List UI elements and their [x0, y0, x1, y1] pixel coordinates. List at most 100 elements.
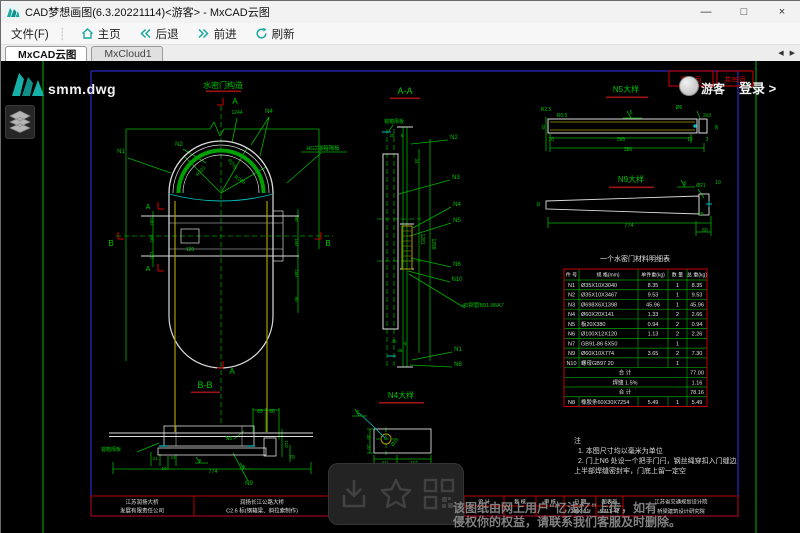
table-cell: Ø698X6X1398 [581, 302, 617, 308]
table-cell: N5 [568, 322, 575, 328]
table-cell: GB91-86 5X50 [581, 341, 617, 347]
tab-mxcad-cloud[interactable]: MxCAD云图 [5, 46, 87, 61]
cad-label: 3 [706, 137, 709, 143]
cad-label: 30 [366, 434, 371, 440]
login-link[interactable]: 登录 > [739, 78, 776, 97]
cad-label: 100 [149, 217, 154, 225]
tab-scroll-arrows[interactable]: ◀ ▶ [778, 49, 797, 57]
table-header: 件 号 [566, 272, 577, 279]
table-cell: 1.33 [648, 312, 659, 318]
app-icon [6, 5, 20, 19]
cad-label: A-A [397, 86, 412, 96]
minimize-button[interactable]: — [687, 1, 725, 23]
cad-label: 90 [294, 216, 299, 222]
table-cell: 9.53 [692, 293, 703, 299]
cad-label: N6 [453, 262, 461, 268]
table-cell: 2 [676, 312, 679, 318]
centerlines [116, 106, 421, 455]
cad-label: 150 [294, 269, 299, 277]
layers-button[interactable] [5, 105, 35, 139]
cad-label: N1 [454, 347, 462, 353]
title-block-cell: 润扬长江公路大桥 [240, 498, 285, 506]
drawing-canvas[interactable]: 件 号规 格(mm)单件重(kg)数 量总 重(kg)N1Ø35X10X3040… [1, 61, 800, 533]
cad-label: 380 [624, 147, 633, 153]
cad-label: 34 [414, 158, 419, 164]
table-cell: 2 [676, 351, 679, 357]
table-summary-label: 合 计 [619, 369, 632, 377]
close-button[interactable]: × [763, 1, 800, 23]
qrcode-icon[interactable] [422, 477, 456, 511]
layers-icon [8, 109, 32, 135]
username[interactable]: 游客 [701, 80, 725, 97]
cad-label: B [108, 239, 113, 248]
table-cell: 1 [676, 400, 679, 406]
table-cell: N3 [568, 302, 575, 308]
cad-label: 40钢管B91-86A7 [462, 301, 504, 309]
cad-label: 5 [243, 464, 246, 469]
cad-label: N10 [451, 277, 463, 283]
cad-label: A [146, 266, 151, 273]
cad-label: 1298 [430, 238, 436, 249]
home-icon [81, 27, 94, 40]
table-cell: 1 [676, 341, 679, 347]
table-cell: N2 [568, 293, 575, 299]
mxcad-logo[interactable] [11, 69, 45, 97]
back-button[interactable]: 后退 [130, 23, 188, 44]
notes-title: 注 [574, 437, 737, 447]
floating-toolbar [328, 463, 464, 525]
cad-label: 21 [152, 456, 158, 461]
table-cell: 1 [676, 293, 679, 299]
cad-label: 100 [149, 234, 154, 242]
cad-label: N2 [175, 142, 183, 148]
tabbar: MxCAD云图 MxCloud1 ◀ ▶ [1, 45, 800, 61]
cad-label: A [146, 204, 151, 211]
cad-label: N4 [265, 109, 273, 115]
table-cell: 1.13 [648, 332, 659, 338]
cad-label: 25 [541, 124, 546, 130]
title-block-cell: 江苏润扬大桥 [125, 498, 159, 506]
cad-label: 110 [284, 440, 289, 448]
cad-label: 水密门构造 [203, 80, 243, 90]
cad-label: 25 [389, 133, 395, 138]
cad-label: 锚箱隔板 [101, 446, 121, 453]
cad-label: N8 [454, 362, 462, 368]
download-icon[interactable] [337, 477, 371, 511]
watermark: 该图纸由网上用户“忆浅忆”上传，如有 侵权你的权益，请联系我们客服及时删除。 [453, 501, 800, 529]
tab-mxcloud1[interactable]: MxCloud1 [91, 46, 162, 61]
cad-label: 20 [366, 444, 371, 450]
cad-label: 120 [186, 247, 195, 253]
cad-label: 5 [199, 458, 202, 463]
cad-label: N9 [245, 481, 253, 487]
maximize-button[interactable]: □ [725, 1, 763, 23]
cad-label: 30 [714, 124, 719, 130]
table-cell: N6 [568, 332, 575, 338]
cad-label: 12 [687, 137, 693, 143]
table-cell: 1 [676, 283, 679, 289]
cad-label: 100 [149, 251, 154, 259]
cad-label: 6 [630, 110, 633, 116]
forward-button[interactable]: 前进 [188, 23, 246, 44]
refresh-button[interactable]: 刷新 [246, 23, 304, 44]
menu-separator: ┊ [59, 27, 66, 41]
home-label: 主页 [98, 26, 121, 42]
cad-label: R270 [226, 158, 238, 171]
cad-label: B-B [197, 380, 212, 390]
cad-label: 25 [397, 348, 403, 353]
cad-label: 150 [294, 238, 299, 246]
cad-label: 10 [715, 180, 721, 186]
table-cell: 45.96 [690, 302, 704, 308]
notes-line: 上半部焊缝密封牢，门底上留一定空 [574, 467, 737, 477]
cad-label: A [229, 367, 235, 376]
cad-label: 6 [357, 410, 360, 416]
menubar: 文件(F) ┊ 主页 后退 前进 刷新 [1, 23, 800, 45]
home-button[interactable]: 主页 [72, 23, 130, 44]
table-cell: 2.26 [692, 332, 703, 338]
table-header: 规 格(mm) [596, 272, 619, 279]
cad-label: 774 [208, 469, 217, 475]
star-icon[interactable] [378, 477, 414, 511]
table-cell: 9.53 [648, 293, 659, 299]
file-menu[interactable]: 文件(F) [1, 26, 59, 42]
avatar[interactable] [679, 76, 699, 96]
cad-label: A [232, 97, 238, 106]
table-cell: 1 [676, 361, 679, 367]
